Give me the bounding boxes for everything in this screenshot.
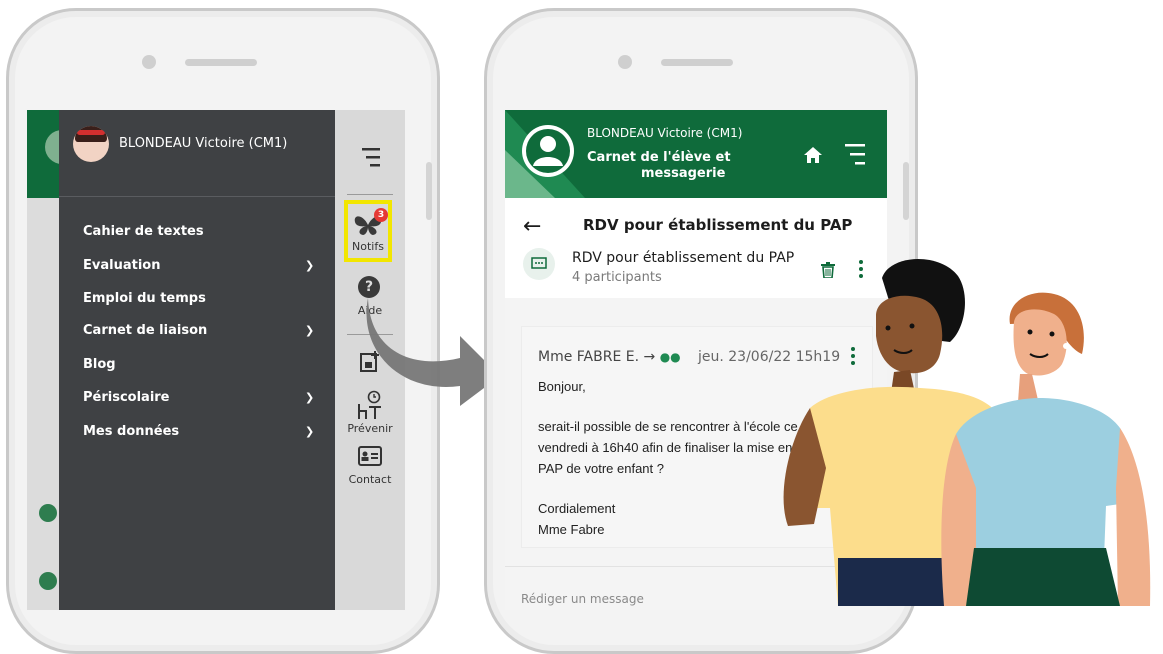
menu-item-mes-donnees[interactable]: Mes données: [83, 424, 179, 439]
menu-item-label: Cahier de textes: [83, 224, 204, 239]
menu-item-carnet-de-liaison[interactable]: Carnet de liaison: [83, 323, 207, 338]
message-body-line1: serait-il possible de se rencontrer à l'…: [538, 419, 798, 434]
chevron-down-icon[interactable]: ❯: [305, 391, 314, 404]
thread-title: RDV pour établissement du PAP: [583, 216, 853, 234]
sender-name: Mme FABRE E. →: [538, 349, 656, 365]
camera-dot: [142, 55, 156, 69]
notification-badge: 3: [374, 208, 388, 222]
message-signature: Mme Fabre: [538, 522, 605, 537]
avatar[interactable]: [73, 126, 109, 162]
menu-item-label: Mes données: [83, 424, 180, 439]
group-icon: ●●: [659, 350, 681, 364]
drawer-user-name: BLONDEAU Victoire (CM1): [119, 136, 288, 151]
background-clock-icon: [39, 504, 57, 522]
home-icon[interactable]: [803, 146, 823, 164]
notifs-label: Notifs: [352, 240, 384, 253]
background-clock-icon: [39, 572, 57, 590]
menu-item-emploi-du-temps[interactable]: Emploi du temps: [83, 291, 206, 306]
speaker-slot: [185, 59, 257, 66]
message-sender[interactable]: Mme FABRE E. → ●●: [538, 349, 681, 365]
thread-subject: RDV pour établissement du PAP: [572, 250, 795, 266]
menu-item-label: Blog: [83, 357, 116, 372]
participants-count[interactable]: 4 participants: [572, 270, 662, 285]
avatar-icon[interactable]: [521, 124, 575, 178]
menu-item-blog[interactable]: Blog: [83, 357, 116, 372]
left-phone-side-button: [426, 162, 432, 220]
menu-item-label: Carnet de liaison: [83, 323, 208, 338]
chevron-down-icon[interactable]: ❯: [305, 425, 314, 438]
menu-item-label: Emploi du temps: [83, 291, 206, 306]
menu-item-periscolaire[interactable]: Périscolaire: [83, 390, 170, 405]
camera-dot: [618, 55, 632, 69]
contact-card-icon[interactable]: [358, 446, 382, 466]
chevron-down-icon[interactable]: ❯: [305, 259, 314, 272]
avatar-headband: [77, 130, 105, 135]
header-title-line2: messagerie: [641, 166, 726, 181]
menu-item-label: Evaluation: [83, 258, 161, 273]
notifs-button[interactable]: 3 Notifs: [348, 204, 388, 258]
chevron-down-icon[interactable]: ❯: [305, 324, 314, 337]
conversation-icon: [523, 248, 555, 280]
people-illustration: [783, 258, 1151, 606]
drawer-header: BLONDEAU Victoire (CM1): [59, 110, 335, 197]
menu-item-label: Périscolaire: [83, 390, 170, 405]
speaker-slot: [661, 59, 733, 66]
rail-divider: [347, 194, 393, 195]
menu-item-cahier-de-textes[interactable]: Cahier de textes: [83, 224, 204, 239]
prevenir-label[interactable]: Prévenir: [335, 422, 405, 435]
hamburger-menu-icon[interactable]: [845, 142, 865, 166]
compose-input[interactable]: Rédiger un message: [521, 592, 644, 606]
right-phone-side-button: [903, 162, 909, 220]
app-header: BLONDEAU Victoire (CM1) Carnet de l'élèv…: [505, 110, 887, 198]
menu-item-evaluation[interactable]: Evaluation: [83, 258, 160, 273]
hamburger-menu-icon[interactable]: [362, 146, 380, 168]
message-closing: Cordialement: [538, 501, 616, 516]
message-greeting: Bonjour,: [538, 379, 586, 394]
header-title-line1: Carnet de l'élève et: [587, 150, 731, 165]
navigation-drawer: BLONDEAU Victoire (CM1) Cahier de textes…: [59, 110, 335, 610]
contact-label[interactable]: Contact: [335, 473, 405, 486]
left-screen: BLONDEAU Victoire (CM1) Cahier de textes…: [27, 110, 405, 610]
header-user-name: BLONDEAU Victoire (CM1): [587, 126, 743, 140]
back-arrow-icon[interactable]: ←: [523, 214, 541, 239]
message-body-line3: PAP de votre enfant ?: [538, 461, 664, 476]
message-body-line2: vendredi à 16h40 afin de finaliser la mi…: [538, 440, 793, 455]
